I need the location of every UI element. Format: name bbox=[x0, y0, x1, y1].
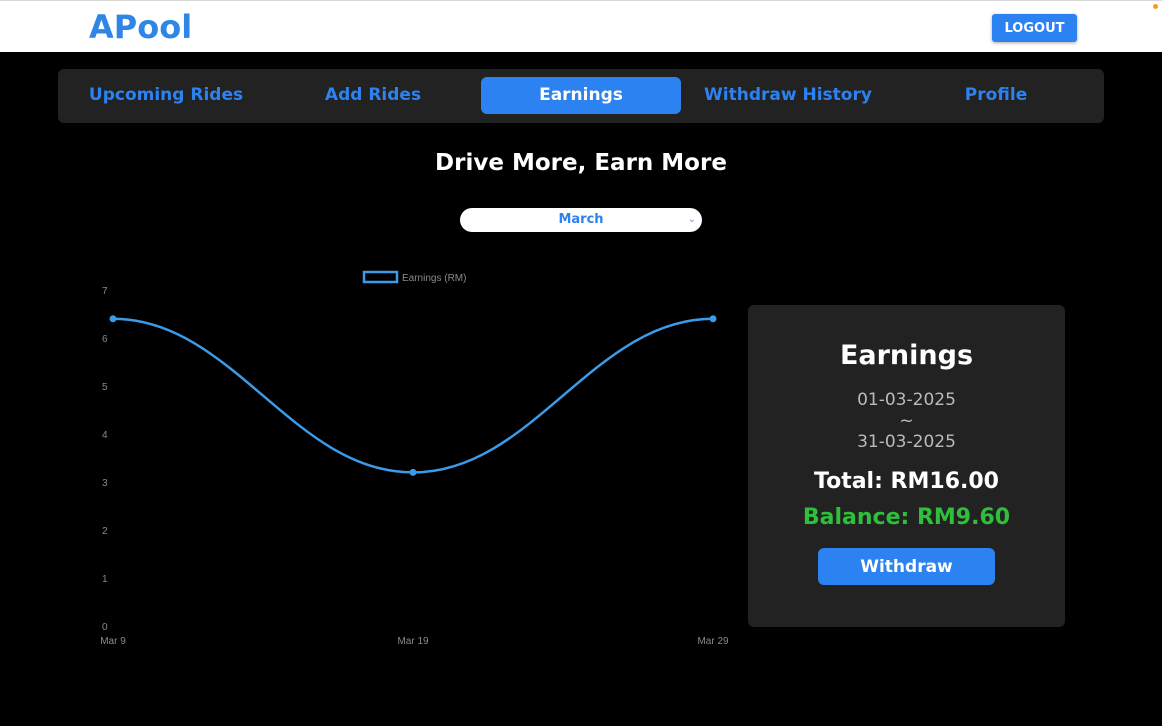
y-tick-label: 7 bbox=[102, 286, 108, 297]
data-point bbox=[409, 468, 417, 476]
page-title: Drive More, Earn More bbox=[435, 150, 727, 176]
x-tick-label: Mar 19 bbox=[397, 636, 429, 647]
month-select[interactable]: March ⌄ bbox=[460, 208, 702, 232]
month-select-value: March bbox=[558, 212, 604, 227]
app-logo[interactable]: APool bbox=[89, 8, 192, 46]
y-tick-label: 2 bbox=[102, 526, 108, 537]
y-tick-label: 3 bbox=[102, 478, 108, 489]
data-point bbox=[709, 315, 717, 323]
chevron-down-icon: ⌄ bbox=[687, 214, 696, 225]
earnings-chart: 0 1 2 3 4 5 6 7 Mar 9 Mar 19 Mar 29 Earnings (RM) bbox=[100, 270, 729, 647]
y-tick-label: 1 bbox=[102, 574, 108, 585]
legend-label: Earnings (RM) bbox=[402, 273, 466, 284]
logout-button[interactable]: LOGOUT bbox=[992, 14, 1077, 42]
x-tick-label: Mar 29 bbox=[697, 636, 729, 647]
tab-upcoming-rides[interactable]: Upcoming Rides bbox=[82, 77, 250, 114]
tab-withdraw-history[interactable]: Withdraw History bbox=[698, 77, 878, 114]
status-dot bbox=[1153, 4, 1158, 9]
main-nav: Upcoming Rides Add Rides Earnings Withdr… bbox=[58, 69, 1104, 123]
card-title: Earnings bbox=[839, 340, 974, 371]
total-earnings: Total: RM16.00 bbox=[814, 469, 999, 494]
y-tick-label: 4 bbox=[102, 430, 108, 441]
tab-profile[interactable]: Profile bbox=[938, 77, 1054, 114]
top-bar: APool LOGOUT bbox=[0, 0, 1162, 52]
y-tick-label: 5 bbox=[102, 382, 108, 393]
y-tick-label: 0 bbox=[102, 622, 108, 633]
legend-swatch bbox=[362, 270, 399, 284]
balance-amount: Balance: RM9.60 bbox=[802, 505, 1011, 530]
series-line bbox=[112, 317, 714, 474]
x-tick-label: Mar 9 bbox=[100, 636, 126, 647]
withdraw-button[interactable]: Withdraw bbox=[818, 548, 995, 585]
start-date: 01-03-2025 bbox=[857, 390, 956, 410]
date-separator: ~ bbox=[899, 411, 914, 431]
end-date: 31-03-2025 bbox=[857, 432, 956, 452]
data-point bbox=[109, 315, 117, 323]
y-tick-label: 6 bbox=[102, 334, 108, 345]
earnings-summary-card: Earnings 01-03-2025 ~ 31-03-2025 Total: … bbox=[748, 305, 1065, 627]
tab-add-rides[interactable]: Add Rides bbox=[304, 77, 442, 114]
tab-earnings[interactable]: Earnings bbox=[481, 77, 681, 114]
